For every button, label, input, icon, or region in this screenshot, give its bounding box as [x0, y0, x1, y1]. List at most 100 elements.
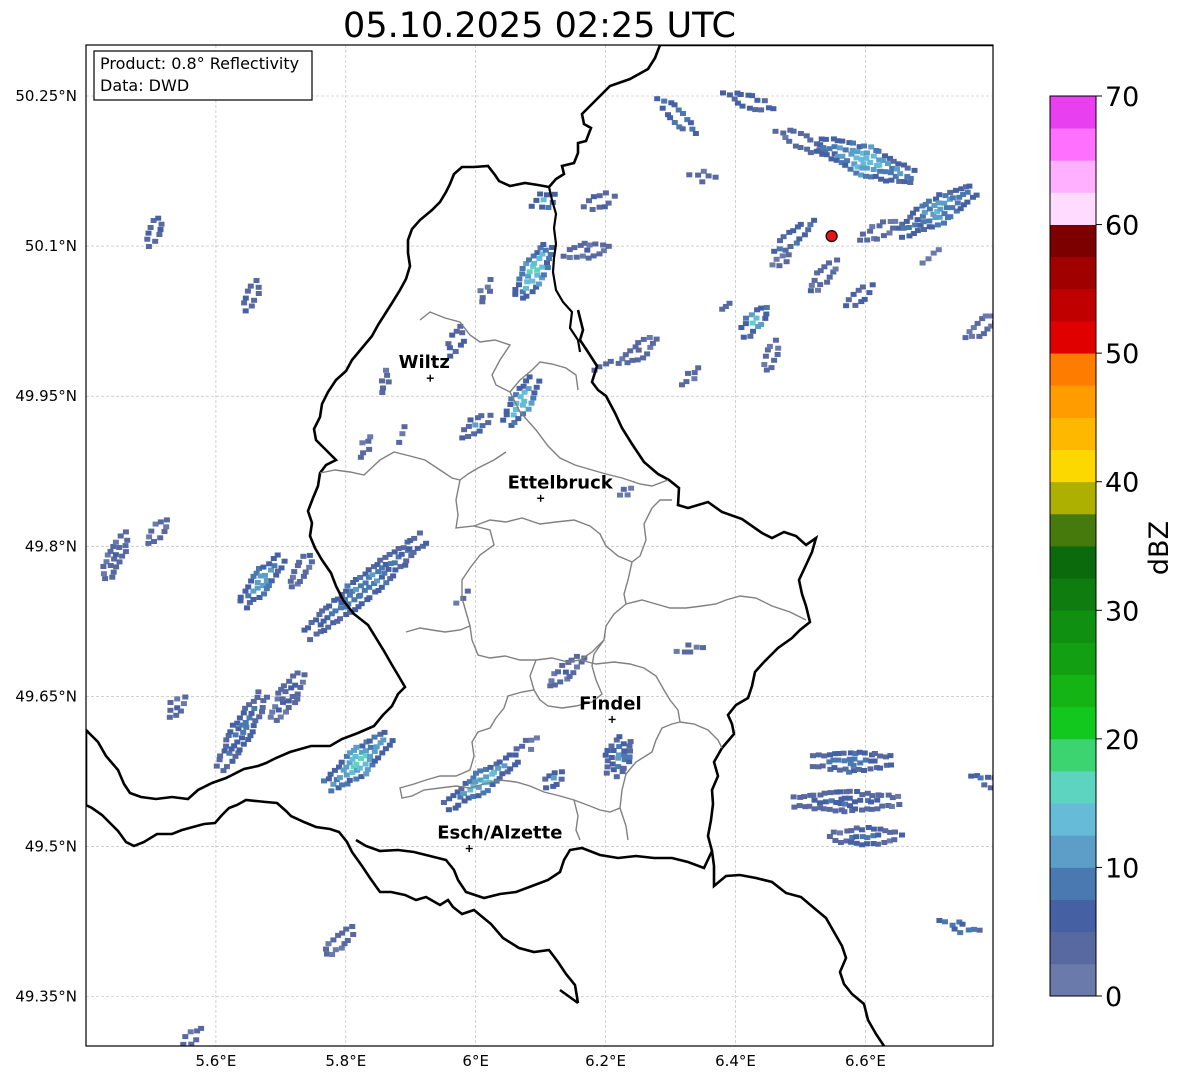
echo-pixel [255, 291, 262, 296]
echo-pixel [790, 128, 797, 134]
echo-pixel [512, 752, 519, 758]
echo-pixel [842, 162, 849, 168]
echo-pixel [227, 729, 234, 735]
echo-pixel [944, 205, 950, 211]
echo-pixel [229, 758, 236, 764]
echo-pixel [839, 153, 846, 159]
colorbar-swatch [1050, 835, 1096, 868]
echo-pixel [712, 174, 719, 180]
echo-pixel [920, 219, 927, 225]
echo-pixel [900, 225, 907, 231]
echo-pixel [380, 385, 386, 391]
echo-pixel [558, 769, 565, 775]
echo-pixel [821, 753, 828, 759]
echo-pixel [888, 762, 894, 768]
echo-pixel [465, 434, 472, 439]
echo-pixel [513, 746, 520, 752]
echo-pixel [942, 919, 948, 925]
echo-pixel [256, 714, 263, 720]
echo-pixel [590, 253, 597, 259]
echo-pixel [868, 799, 874, 805]
echo-pixel [796, 803, 803, 809]
echo-pixel [853, 825, 860, 831]
echo-pixel [255, 689, 262, 695]
echo-pixel [531, 260, 538, 266]
echo-pixel [801, 232, 808, 238]
echo-pixel [529, 278, 536, 284]
echo-pixel [889, 795, 896, 801]
echo-pixel [824, 279, 831, 285]
echo-pixel [323, 946, 329, 952]
echo-pixel [551, 682, 558, 688]
echo-pixel [240, 710, 247, 716]
echo-pixel [753, 315, 760, 321]
echo-pixel [540, 242, 547, 247]
echo-pixel [528, 203, 535, 209]
echo-pixel [985, 774, 991, 780]
echo-pixel [700, 168, 707, 174]
echo-pixel [151, 539, 157, 544]
x-tick-label: 6.4°E [715, 1052, 756, 1070]
echo-pixel [283, 709, 289, 715]
echo-pixel [801, 794, 808, 800]
echo-pixel [539, 264, 546, 270]
y-tick-label: 50.25°N [15, 87, 77, 105]
echo-pixel [543, 785, 550, 791]
echo-pixel [109, 574, 116, 580]
echo-pixel [819, 763, 826, 769]
echo-pixel [112, 552, 119, 558]
echo-pixel [859, 807, 865, 813]
echo-pixel [385, 379, 392, 385]
echo-pixel [292, 682, 299, 688]
echo-pixel [271, 563, 278, 569]
echo-pixel [847, 166, 854, 172]
echo-pixel [904, 165, 911, 171]
echo-pixel [487, 277, 494, 282]
colorbar-tick-label: 70 [1105, 82, 1139, 113]
echo-pixel [839, 138, 846, 144]
echo-pixel [817, 800, 823, 806]
echo-pixel [841, 809, 848, 815]
colorbar: dBZ 0 10 20 30 40 50 60 70 [1049, 82, 1175, 1013]
echo-pixel [487, 412, 494, 418]
echo-pixel [970, 926, 977, 932]
echo-pixel [117, 533, 124, 539]
echo-pixel [705, 173, 712, 179]
echo-pixel [602, 752, 609, 758]
echo-pixel [472, 779, 479, 785]
echo-pixel [558, 776, 565, 782]
colorbar-swatch [1050, 128, 1096, 161]
echo-pixel [517, 394, 524, 400]
echo-pixel [871, 751, 878, 756]
echo-pixel [786, 138, 793, 144]
echo-pixel [478, 413, 485, 419]
echo-pixel [895, 161, 902, 167]
echo-pixel [867, 766, 874, 772]
echo-pixel [608, 743, 615, 749]
echo-pixel [615, 752, 622, 758]
echo-pixel [365, 567, 372, 573]
echo-pixel [525, 386, 532, 392]
echo-pixel [1026, 116, 1032, 121]
echo-pixel [198, 1025, 205, 1031]
echo-pixel [821, 790, 828, 796]
echo-pixel [949, 195, 956, 201]
echo-pixel [629, 357, 636, 363]
echo-pixel [861, 768, 867, 773]
echo-pixel [911, 167, 918, 173]
colorbar-tick-label: 0 [1105, 982, 1122, 1013]
echo-pixel [822, 136, 829, 142]
echo-pixel [515, 416, 522, 422]
echo-pixel [596, 193, 603, 199]
echo-pixel [423, 540, 430, 546]
echo-pixel [627, 348, 634, 354]
echo-pixel [905, 225, 912, 230]
echo-pixel [357, 575, 364, 580]
echo-pixel [161, 529, 168, 534]
echo-pixel [111, 556, 118, 562]
echo-pixel [797, 145, 804, 150]
colorbar-swatch [1050, 706, 1096, 740]
echo-pixel [768, 365, 775, 371]
info-product: Product: 0.8° Reflectivity [100, 54, 299, 73]
echo-pixel [289, 574, 296, 580]
